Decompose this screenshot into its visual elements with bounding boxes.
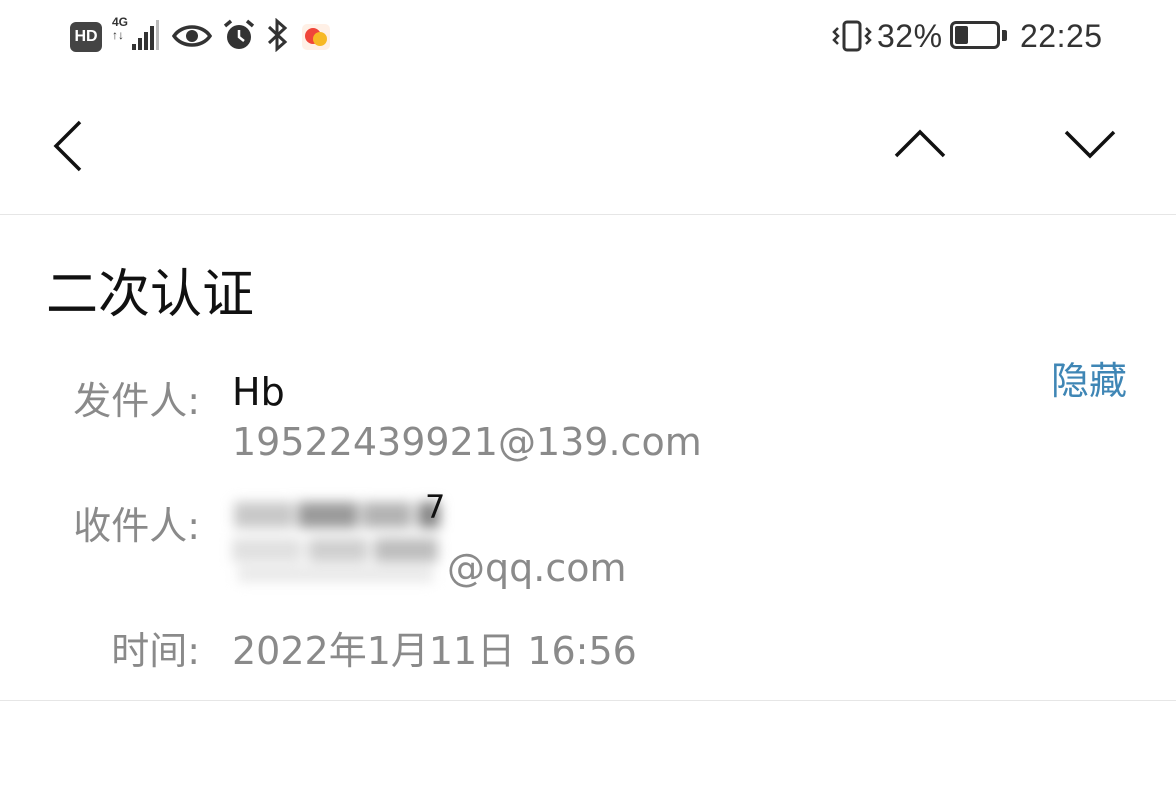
battery-percent-text: 32% (877, 18, 943, 54)
email-subject: 二次认证 (46, 265, 255, 325)
bluetooth-icon (267, 18, 288, 52)
battery-level-fill (955, 26, 968, 44)
hd-voice-badge: HD (70, 22, 102, 52)
alarm-clock-icon (223, 19, 255, 49)
sender-label: 发件人: (73, 379, 200, 423)
vibrate-mode-icon (832, 20, 872, 52)
toolbar-divider (0, 214, 1176, 215)
recipient-name-visible-part: 7 (425, 488, 446, 526)
sent-time: 2022年1月11日 16:56 (232, 629, 637, 673)
chevron-up-icon[interactable] (892, 126, 948, 162)
app-notification-icon (302, 24, 330, 50)
network-type-label: 4G ↑↓ (112, 16, 128, 42)
recipient-address[interactable]: @qq.com (447, 546, 626, 590)
time-label: 时间: (111, 629, 200, 673)
network-arrows-text: ↑↓ (112, 28, 124, 42)
header-divider (0, 700, 1176, 701)
signal-strength-icon (132, 20, 159, 50)
hide-details-link[interactable]: 隐藏 (1051, 350, 1127, 405)
sender-name: Hb (232, 370, 285, 414)
recipient-redaction (228, 494, 443, 588)
chevron-left-icon[interactable] (48, 118, 88, 174)
recipient-label: 收件人: (73, 504, 200, 548)
battery-icon (950, 21, 1008, 51)
sender-address[interactable]: 19522439921@139.com (232, 420, 702, 464)
eye-icon (172, 25, 212, 47)
chevron-down-icon[interactable] (1062, 126, 1118, 162)
clock-time-text: 22:25 (1020, 18, 1103, 54)
